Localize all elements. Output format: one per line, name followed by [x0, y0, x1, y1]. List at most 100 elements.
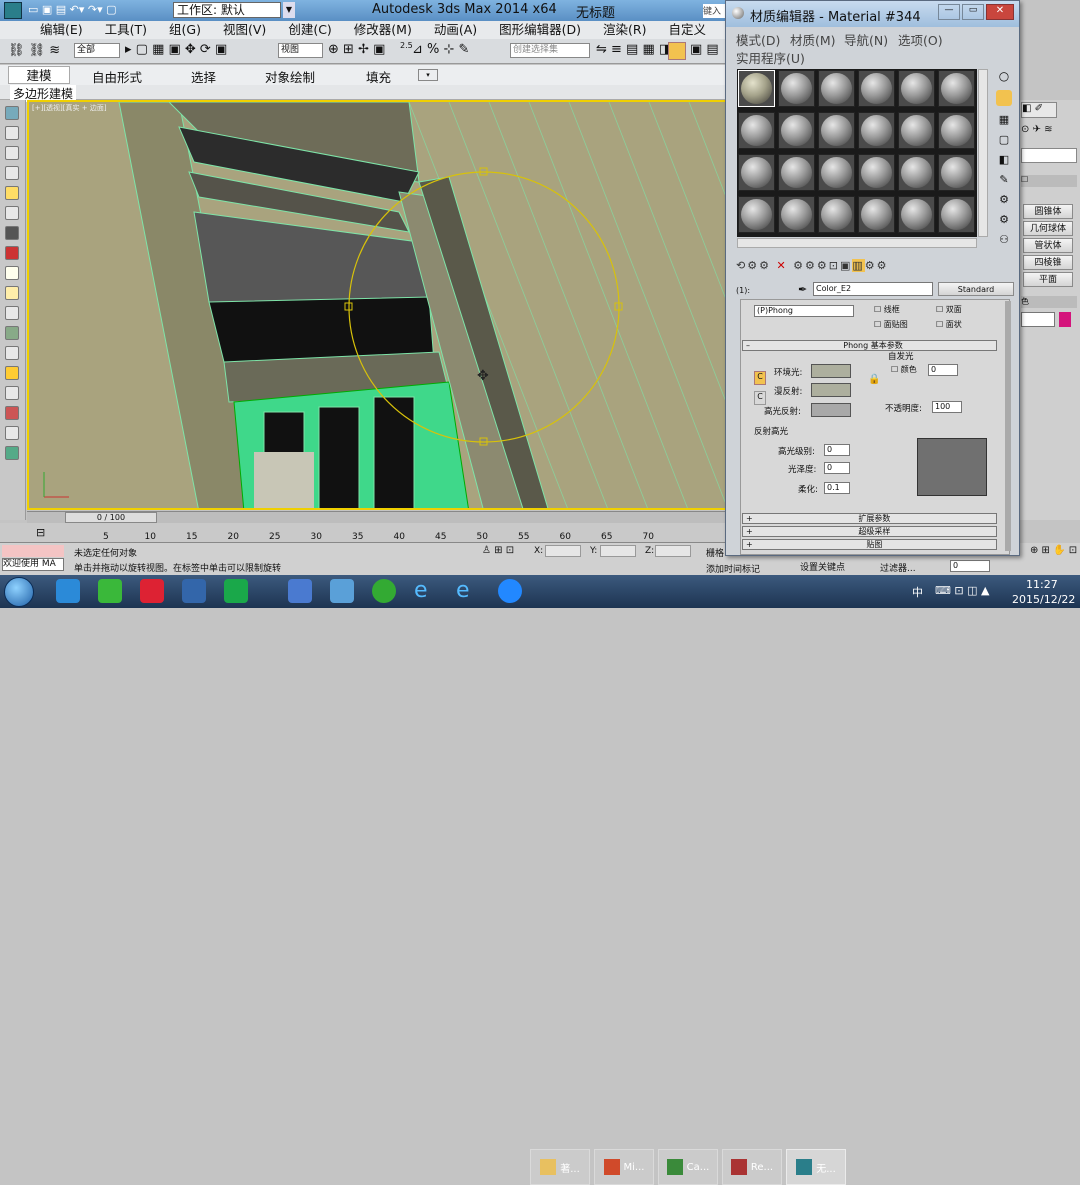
shader-select[interactable]: (P)Phong	[754, 305, 854, 317]
coord-z-input[interactable]	[655, 545, 691, 557]
panel-icons[interactable]: ⊙ ✈ ≋	[1021, 124, 1053, 135]
menu-view[interactable]: 视图(V)	[223, 22, 266, 37]
sample-slot[interactable]	[858, 154, 895, 191]
taskbar-item-3dsmax[interactable]: 无...	[786, 1149, 846, 1185]
phong-rollout-header[interactable]: – Phong 基本参数	[742, 340, 997, 351]
sample-slot[interactable]	[778, 196, 815, 233]
tray-icons[interactable]: ⌨ ⊡ ◫ ▲	[935, 584, 989, 597]
mat-menu-utilities[interactable]: 实用程序(U)	[736, 48, 805, 67]
taskbar-app-icon[interactable]	[224, 579, 248, 603]
material-name-select[interactable]: Color_E2	[813, 282, 933, 296]
menu-graph-editors[interactable]: 图形编辑器(D)	[499, 22, 581, 37]
taskbar-app-icon[interactable]	[330, 579, 354, 603]
panel-tabs-icon[interactable]: ◧ ✐	[1021, 102, 1057, 118]
select-icons[interactable]: ▸ ▢ ▦ ▣ ✥ ⟳ ▣	[125, 42, 227, 57]
material-map-navigator-icon[interactable]: ⚇	[999, 233, 1009, 246]
create-tube-button[interactable]: 管状体	[1023, 238, 1073, 253]
link-icon[interactable]: ⛓ ⛓ ≋	[8, 43, 60, 58]
sample-slot[interactable]	[778, 112, 815, 149]
taskbar-item-recorder[interactable]: Re...	[722, 1149, 782, 1185]
taskbar-app-icon[interactable]	[140, 579, 164, 603]
menu-rendering[interactable]: 渲染(R)	[603, 22, 646, 37]
filters-button[interactable]: 过滤器...	[880, 561, 916, 574]
ambient-swatch[interactable]	[811, 364, 851, 378]
pivot-icons[interactable]: ⊕ ⊞ ✢ ▣	[328, 42, 385, 57]
ie-icon[interactable]: e	[456, 579, 480, 603]
sample-slot[interactable]	[778, 70, 815, 107]
self-illum-spinner[interactable]: 0	[928, 364, 958, 376]
video-color-icon[interactable]: ◧	[999, 153, 1009, 166]
set-key-button[interactable]: 设置关键点	[800, 560, 845, 573]
maxscript-listener[interactable]	[2, 545, 64, 557]
object-color-swatch[interactable]	[1059, 312, 1071, 327]
select-by-material-icon[interactable]: ⚙	[999, 213, 1009, 226]
menu-group[interactable]: 组(G)	[169, 22, 201, 37]
menu-edit[interactable]: 编辑(E)	[40, 22, 83, 37]
tool-icon[interactable]	[5, 146, 19, 160]
snap-icons[interactable]: ⊿ % ⊹ ✎	[412, 42, 469, 57]
ribbon-options-icon[interactable]: ▾	[418, 69, 438, 81]
slot-scroll-v[interactable]	[978, 69, 988, 237]
named-selection-select[interactable]: 创建选择集	[510, 43, 590, 58]
sample-slot[interactable]	[938, 112, 975, 149]
get-material-icon[interactable]: ⟲⚙⚙	[736, 259, 771, 272]
max-logo-icon[interactable]	[4, 2, 22, 19]
mat-menu-modes[interactable]: 模式(D)	[736, 30, 780, 49]
tool-icon[interactable]	[5, 326, 19, 340]
ie-icon[interactable]: e	[414, 579, 438, 603]
taskbar-app-icon[interactable]	[498, 579, 522, 603]
sample-slot[interactable]	[818, 196, 855, 233]
sample-slot[interactable]	[898, 70, 935, 107]
soften-spinner[interactable]: 0.1	[824, 482, 850, 494]
tool-icons[interactable]: ⚙⚙⚙⊡▣	[793, 259, 852, 272]
ribbon-tab-freeform[interactable]: 自由形式	[92, 67, 142, 86]
diffuse-lock-icon[interactable]: C	[754, 391, 766, 405]
ribbon-tab-selection[interactable]: 选择	[191, 67, 216, 86]
create-geosphere-button[interactable]: 几何球体	[1023, 221, 1073, 236]
ime-indicator[interactable]: 中	[912, 584, 923, 600]
add-time-tag[interactable]: 添加时间标记	[706, 562, 760, 575]
backlight-icon[interactable]	[996, 90, 1012, 106]
glossiness-spinner[interactable]: 0	[824, 462, 850, 474]
taskbar-app-icon[interactable]	[98, 579, 122, 603]
ribbon-tab-populate[interactable]: 填充	[366, 67, 391, 86]
taskbar-item-ppt[interactable]: Mi...	[594, 1149, 654, 1185]
tool-icon[interactable]	[5, 226, 19, 240]
options-icon[interactable]: ⚙	[999, 193, 1009, 206]
taskbar-app-icon[interactable]	[288, 579, 312, 603]
minimize-button[interactable]: —	[938, 4, 960, 20]
sample-slot[interactable]	[818, 70, 855, 107]
sample-slot[interactable]	[938, 154, 975, 191]
menu-tools[interactable]: 工具(T)	[105, 22, 147, 37]
mirror-align-icons[interactable]: ⇋ ≡ ▤ ▦ ◨	[596, 42, 671, 57]
sample-slot[interactable]	[738, 112, 775, 149]
sample-slot[interactable]	[858, 196, 895, 233]
faceted-checkbox[interactable]: ☐ 面状	[936, 319, 962, 330]
tool-icon[interactable]	[5, 206, 19, 220]
make-preview-icon[interactable]: ✎	[999, 173, 1008, 186]
sample-type-icon[interactable]: ○	[999, 69, 1009, 83]
background-icon[interactable]: ▦	[999, 113, 1009, 126]
self-illum-color-checkbox[interactable]: ☐ 颜色	[891, 364, 917, 375]
tool-icon[interactable]	[5, 266, 19, 280]
menu-create[interactable]: 创建(C)	[288, 22, 331, 37]
eyedropper-icon[interactable]: ✒	[798, 283, 807, 296]
material-editor-button[interactable]	[668, 42, 686, 60]
sample-slot[interactable]	[938, 196, 975, 233]
tool-icon[interactable]	[5, 366, 19, 380]
taskbar-item-explorer[interactable]: 著...	[530, 1149, 590, 1185]
selection-filter-select[interactable]: 全部	[74, 43, 120, 58]
sample-slot[interactable]	[738, 70, 775, 107]
diffuse-swatch[interactable]	[811, 383, 851, 397]
start-button-icon[interactable]	[4, 577, 34, 607]
supersampling-rollout[interactable]: + 超级采样	[742, 526, 997, 537]
sample-slot[interactable]	[898, 112, 935, 149]
coord-x-input[interactable]	[545, 545, 581, 557]
sample-slot[interactable]	[778, 154, 815, 191]
tool-icon[interactable]	[5, 186, 19, 200]
sample-slot[interactable]	[898, 154, 935, 191]
render-setup-icons[interactable]: ▣ ▤	[690, 42, 719, 57]
sample-slot[interactable]	[738, 154, 775, 191]
spec-level-spinner[interactable]: 0	[824, 444, 850, 456]
object-name-input[interactable]	[1021, 312, 1055, 327]
